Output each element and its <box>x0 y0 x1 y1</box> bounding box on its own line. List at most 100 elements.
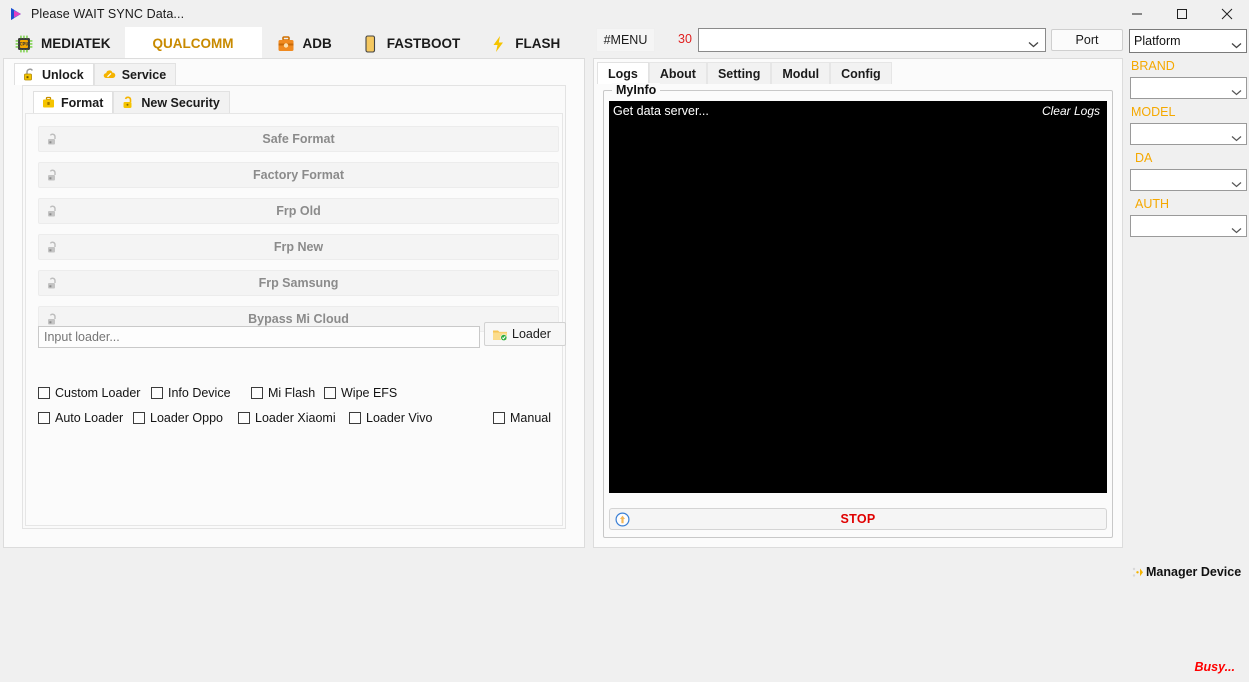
factory-format-label: Factory Format <box>253 168 344 182</box>
factory-format-button[interactable]: Factory Format <box>38 162 559 188</box>
safe-format-button[interactable]: Safe Format <box>38 126 559 152</box>
briefcase-yellow-icon <box>41 95 56 110</box>
stop-button[interactable]: STOP <box>609 508 1107 530</box>
checkbox-box[interactable] <box>324 387 336 399</box>
device-combo[interactable] <box>698 28 1046 52</box>
frp-samsung-button[interactable]: Frp Samsung <box>38 270 559 296</box>
checkbox-box[interactable] <box>151 387 163 399</box>
checkbox-manual[interactable]: Manual <box>493 411 551 425</box>
tab-about-label: About <box>659 66 696 81</box>
port-button-label: Port <box>1075 33 1099 47</box>
lightning-bolt-icon <box>488 34 508 54</box>
chevron-down-icon[interactable] <box>1231 131 1242 141</box>
tab-adb[interactable]: ADB <box>261 27 346 60</box>
tab-logs-label: Logs <box>608 66 638 81</box>
checkbox-custom-loader[interactable]: Custom Loader <box>38 386 140 400</box>
checkbox-loader-xiaomi[interactable]: Loader Xiaomi <box>238 411 336 425</box>
tab-setting-label: Setting <box>717 66 761 81</box>
tab-setting[interactable]: Setting <box>706 62 772 84</box>
minimize-icon[interactable] <box>1114 0 1159 27</box>
checkbox-box[interactable] <box>38 387 50 399</box>
chevron-down-icon[interactable] <box>1231 223 1242 233</box>
checkbox-wipe-efs-label: Wipe EFS <box>341 386 398 400</box>
log-output-area[interactable]: Get data server... Clear Logs <box>609 101 1107 493</box>
brand-combo[interactable] <box>1130 77 1247 99</box>
tab-qualcomm-label: QUALCOMM <box>152 36 234 51</box>
checkbox-box[interactable] <box>251 387 263 399</box>
loader-browse-button[interactable]: Loader <box>484 322 566 346</box>
tab-fastboot[interactable]: FASTBOOT <box>345 27 475 60</box>
checkbox-box[interactable] <box>38 412 50 424</box>
checkbox-auto-loader-label: Auto Loader <box>55 411 124 425</box>
stop-button-label: STOP <box>840 512 876 526</box>
tab-mediatek[interactable]: CPU MEDIATEK <box>0 27 125 60</box>
checkbox-mi-flash-label: Mi Flash <box>268 386 316 400</box>
myinfo-legend: MyInfo <box>612 83 661 97</box>
checkbox-loader-xiaomi-label: Loader Xiaomi <box>255 411 336 425</box>
checkbox-loader-vivo-label: Loader Vivo <box>366 411 433 425</box>
title-bar: Please WAIT SYNC Data... <box>0 0 1249 27</box>
da-combo[interactable] <box>1130 169 1247 191</box>
tab-about[interactable]: About <box>648 62 707 84</box>
menu-button-label: #MENU <box>603 33 648 47</box>
checkbox-auto-loader[interactable]: Auto Loader <box>38 411 123 425</box>
checkbox-box[interactable] <box>349 412 361 424</box>
frp-new-button[interactable]: Frp New <box>38 234 559 260</box>
da-label: DA <box>1135 151 1153 165</box>
sub-tab-service-label: Service <box>121 67 167 82</box>
checkbox-mi-flash[interactable]: Mi Flash <box>251 386 315 400</box>
manager-device-button[interactable]: Manager Device <box>1131 565 1241 579</box>
format-tab-format-label: Format <box>61 95 104 110</box>
chevron-down-icon[interactable] <box>1231 38 1242 48</box>
window-title: Please WAIT SYNC Data... <box>31 6 185 21</box>
platform-tab-strip: CPU MEDIATEK QUALCOMM ADB FASTBOOT FLASH <box>0 27 588 60</box>
device-sidebar: Platform BRAND MODEL DA AUTH Manager Dev… <box>1127 27 1249 682</box>
unlock-panel: Format New Security Safe Format Factory … <box>22 85 566 529</box>
tab-config[interactable]: Config <box>830 62 892 84</box>
loader-browse-label: Loader <box>512 327 551 341</box>
circle-arrow-up-icon <box>615 512 630 527</box>
checkbox-box[interactable] <box>133 412 145 424</box>
checkbox-box[interactable] <box>238 412 250 424</box>
model-combo[interactable] <box>1130 123 1247 145</box>
checkbox-info-device-label: Info Device <box>168 386 231 400</box>
tab-adb-label: ADB <box>302 36 332 51</box>
auth-label: AUTH <box>1135 197 1170 211</box>
chevron-down-icon[interactable] <box>1028 37 1039 47</box>
tab-logs[interactable]: Logs <box>597 62 649 84</box>
tab-qualcomm[interactable]: QUALCOMM <box>124 27 262 60</box>
checkbox-wipe-efs[interactable]: Wipe EFS <box>324 386 397 400</box>
frp-samsung-label: Frp Samsung <box>258 276 339 290</box>
frp-old-button[interactable]: Frp Old <box>38 198 559 224</box>
checkbox-loader-vivo[interactable]: Loader Vivo <box>349 411 433 425</box>
tab-flash[interactable]: FLASH <box>474 27 575 60</box>
manager-device-label: Manager Device <box>1146 565 1242 579</box>
sub-tab-service[interactable]: Service <box>93 63 177 85</box>
tab-config-label: Config <box>841 66 881 81</box>
chevron-down-icon[interactable] <box>1231 85 1242 95</box>
menu-button[interactable]: #MENU <box>596 28 655 52</box>
svg-text:CPU: CPU <box>19 41 28 46</box>
clear-logs-link[interactable]: Clear Logs <box>1042 104 1100 118</box>
format-tab-new-security[interactable]: New Security <box>113 91 230 113</box>
loader-path-input[interactable] <box>38 326 480 348</box>
tab-modul-label: Modul <box>782 66 820 81</box>
checkbox-info-device[interactable]: Info Device <box>151 386 231 400</box>
checkbox-box[interactable] <box>493 412 505 424</box>
checkbox-loader-oppo[interactable]: Loader Oppo <box>133 411 223 425</box>
chevron-down-icon[interactable] <box>1231 177 1242 187</box>
count-label: 30 <box>678 32 692 46</box>
sub-tab-unlock[interactable]: Unlock <box>14 63 94 85</box>
cpu-chip-icon: CPU <box>14 34 34 54</box>
log-line: Get data server... <box>613 104 709 118</box>
model-label: MODEL <box>1131 105 1176 119</box>
port-button[interactable]: Port <box>1051 29 1123 51</box>
close-icon[interactable] <box>1204 0 1249 27</box>
auth-combo[interactable] <box>1130 215 1247 237</box>
checkbox-custom-loader-label: Custom Loader <box>55 386 141 400</box>
maximize-icon[interactable] <box>1159 0 1204 27</box>
format-tab-format[interactable]: Format <box>33 91 114 113</box>
platform-combo[interactable]: Platform <box>1129 29 1247 53</box>
tab-modul[interactable]: Modul <box>771 62 831 84</box>
play-triangle-icon <box>8 6 24 22</box>
